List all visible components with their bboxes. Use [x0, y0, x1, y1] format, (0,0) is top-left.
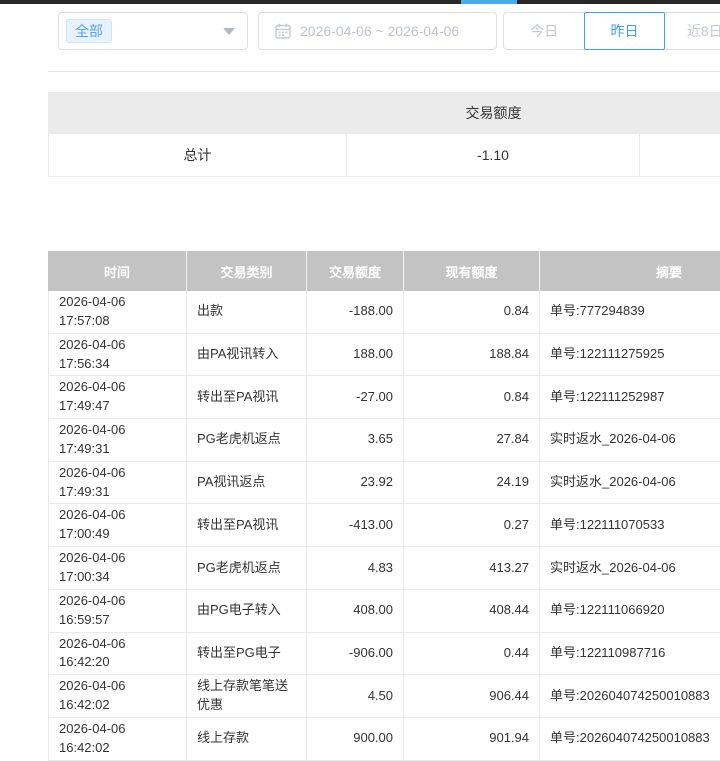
cell-balance: 0.84 — [404, 291, 540, 334]
summary-header-empty-2 — [640, 92, 720, 134]
table-row: 2026-04-06 17:57:08出款-188.000.84单号:77729… — [48, 291, 720, 334]
cell-balance: 901.94 — [404, 718, 540, 761]
table-row: 2026-04-06 16:42:20转出至PG电子-906.000.44单号:… — [48, 633, 720, 676]
quick-range-button-yesterday[interactable]: 昨日 — [584, 12, 664, 50]
section-divider — [48, 71, 720, 72]
cell-balance: 0.44 — [404, 633, 540, 676]
cell-amount: 3.65 — [307, 419, 404, 462]
cell-time: 2026-04-06 17:57:08 — [48, 291, 187, 334]
cell-summary: 单号:122111066920 — [540, 590, 720, 633]
summary-header-amount: 交易额度 — [347, 92, 640, 134]
cell-type: 转出至PA视讯 — [187, 504, 307, 547]
table-row: 2026-04-06 16:59:57由PG电子转入408.00408.44单号… — [48, 590, 720, 633]
cell-summary: 单号:202604074250010883 — [540, 718, 720, 761]
calendar-icon — [275, 23, 291, 39]
category-select[interactable]: 全部 — [58, 12, 248, 50]
cell-type: 出款 — [187, 291, 307, 334]
cell-balance: 0.84 — [404, 376, 540, 419]
table-row: 2026-04-06 17:00:49转出至PA视讯-413.000.27单号:… — [48, 504, 720, 547]
transactions-table: 时间交易类别交易额度现有额度摘要 2026-04-06 17:57:08出款-1… — [48, 251, 720, 761]
cell-balance: 188.84 — [404, 334, 540, 377]
cell-type: 线上存款 — [187, 718, 307, 761]
cell-type: PG老虎机返点 — [187, 419, 307, 462]
chevron-down-icon — [223, 28, 235, 35]
quick-range-button-today[interactable]: 今日 — [504, 13, 584, 49]
column-header-amount: 交易额度 — [307, 251, 404, 291]
table-row: 2026-04-06 17:56:34由PA视讯转入188.00188.84单号… — [48, 334, 720, 377]
cell-type: 转出至PG电子 — [187, 633, 307, 676]
cell-summary: 实时返水_2026-04-06 — [540, 547, 720, 590]
quick-range-group: 今日昨日近8日 — [503, 12, 720, 50]
cell-summary: 单号:122111275925 — [540, 334, 720, 377]
cell-amount: 4.50 — [307, 675, 404, 718]
column-header-summary: 摘要 — [540, 251, 720, 291]
cell-balance: 408.44 — [404, 590, 540, 633]
cell-amount: 188.00 — [307, 334, 404, 377]
cell-time: 2026-04-06 17:56:34 — [48, 334, 187, 377]
cell-balance: 0.27 — [404, 504, 540, 547]
cell-time: 2026-04-06 17:49:31 — [48, 462, 187, 505]
date-range-value: 2026-04-06 ~ 2026-04-06 — [300, 23, 459, 39]
cell-type: PG老虎机返点 — [187, 547, 307, 590]
cell-summary: 单号:202604074250010883 — [540, 675, 720, 718]
summary-empty-cell — [640, 134, 720, 177]
cell-time: 2026-04-06 16:42:20 — [48, 633, 187, 676]
cell-time: 2026-04-06 17:00:49 — [48, 504, 187, 547]
table-row: 2026-04-06 16:42:02线上存款笔笔送优惠4.50906.44单号… — [48, 675, 720, 718]
summary-total-row: 总计 -1.10 — [48, 134, 720, 177]
cell-amount: 4.83 — [307, 547, 404, 590]
summary-total-value: -1.10 — [347, 134, 640, 177]
cell-balance: 906.44 — [404, 675, 540, 718]
quick-range-button-last-8-days[interactable]: 近8日 — [665, 13, 720, 49]
cell-time: 2026-04-06 17:00:34 — [48, 547, 187, 590]
cell-amount: 23.92 — [307, 462, 404, 505]
cell-amount: 900.00 — [307, 718, 404, 761]
cell-amount: -188.00 — [307, 291, 404, 334]
column-header-balance: 现有额度 — [404, 251, 540, 291]
cell-time: 2026-04-06 16:59:57 — [48, 590, 187, 633]
cell-summary: 实时返水_2026-04-06 — [540, 419, 720, 462]
transactions-header-row: 时间交易类别交易额度现有额度摘要 — [48, 251, 720, 291]
summary-total-label: 总计 — [48, 134, 347, 177]
cell-time: 2026-04-06 17:49:31 — [48, 419, 187, 462]
table-row: 2026-04-06 17:49:47转出至PA视讯-27.000.84单号:1… — [48, 376, 720, 419]
cell-summary: 单号:122110987716 — [540, 633, 720, 676]
transaction-report-page: { "topbar": { "bar_color": "#282828", "a… — [0, 0, 720, 730]
transactions-body: 2026-04-06 17:57:08出款-188.000.84单号:77729… — [48, 291, 720, 761]
column-header-type: 交易类别 — [187, 251, 307, 291]
cell-time: 2026-04-06 16:42:02 — [48, 675, 187, 718]
category-selected-tag[interactable]: 全部 — [66, 19, 112, 43]
summary-header-empty — [48, 92, 347, 134]
table-row: 2026-04-06 17:49:31PA视讯返点23.9224.19实时返水_… — [48, 462, 720, 505]
cell-amount: -906.00 — [307, 633, 404, 676]
cell-type: 由PA视讯转入 — [187, 334, 307, 377]
cell-summary: 实时返水_2026-04-06 — [540, 462, 720, 505]
cell-summary: 单号:122111070533 — [540, 504, 720, 547]
cell-type: PA视讯返点 — [187, 462, 307, 505]
cell-amount: -413.00 — [307, 504, 404, 547]
date-range-picker[interactable]: 2026-04-06 ~ 2026-04-06 — [258, 12, 497, 50]
cell-time: 2026-04-06 16:42:02 — [48, 718, 187, 761]
cell-summary: 单号:122111252987 — [540, 376, 720, 419]
cell-type: 由PG电子转入 — [187, 590, 307, 633]
active-tab-indicator — [461, 0, 517, 4]
summary-table: 交易额度 总计 -1.10 — [48, 92, 720, 177]
cell-type: 转出至PA视讯 — [187, 376, 307, 419]
cell-type: 线上存款笔笔送优惠 — [187, 675, 307, 718]
summary-header-row: 交易额度 — [48, 92, 720, 134]
cell-amount: -27.00 — [307, 376, 404, 419]
cell-summary: 单号:777294839 — [540, 291, 720, 334]
cell-amount: 408.00 — [307, 590, 404, 633]
cell-time: 2026-04-06 17:49:47 — [48, 376, 187, 419]
browser-top-strip — [0, 0, 720, 4]
cell-balance: 413.27 — [404, 547, 540, 590]
table-row: 2026-04-06 17:00:34PG老虎机返点4.83413.27实时返水… — [48, 547, 720, 590]
column-header-time: 时间 — [48, 251, 187, 291]
cell-balance: 24.19 — [404, 462, 540, 505]
table-row: 2026-04-06 16:42:02线上存款900.00901.94单号:20… — [48, 718, 720, 761]
table-row: 2026-04-06 17:49:31PG老虎机返点3.6527.84实时返水_… — [48, 419, 720, 462]
cell-balance: 27.84 — [404, 419, 540, 462]
